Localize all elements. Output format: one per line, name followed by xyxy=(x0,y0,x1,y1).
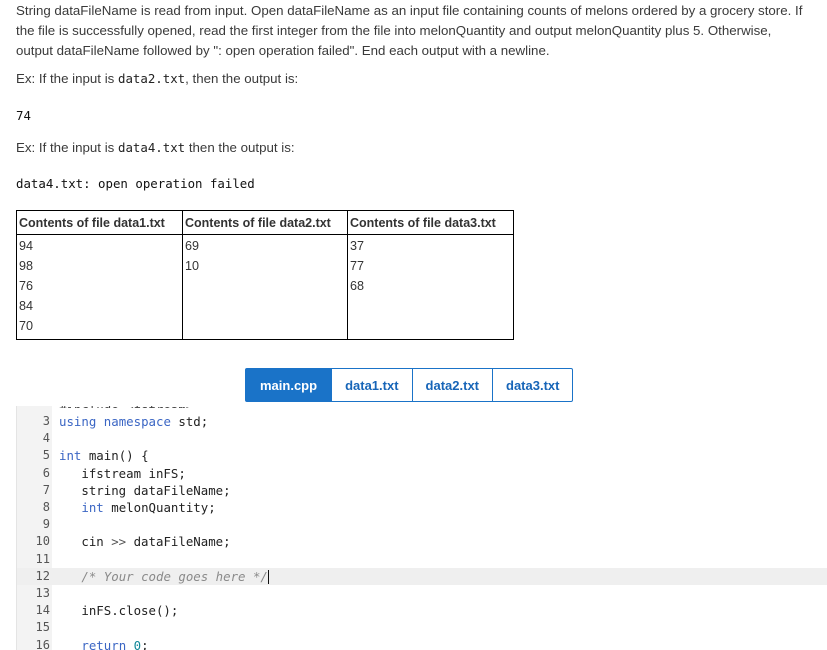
line-number: 11 xyxy=(35,551,50,566)
example-1-prefix: Ex: If the input is xyxy=(16,71,118,86)
code-text: int melonQuantity; xyxy=(81,500,216,515)
example-1-input: data2.txt xyxy=(118,71,186,86)
file-data2-cell: 69 10 xyxy=(182,234,348,340)
code-text: ifstream inFS; xyxy=(59,465,186,481)
line-number: 3 xyxy=(42,414,50,428)
code-line: 4 xyxy=(17,430,827,447)
line-number: 14 xyxy=(35,603,50,618)
code-line: 9 xyxy=(17,516,827,533)
line-number: 13 xyxy=(35,586,50,600)
line-number: 6 xyxy=(42,465,50,480)
code-line: 16 return 0; xyxy=(17,637,827,650)
example-1-output: 74 xyxy=(16,108,31,123)
tab-data1-txt[interactable]: data1.txt xyxy=(331,369,411,401)
line-number: 5 xyxy=(42,448,50,463)
code-text: cin >> dataFileName; xyxy=(59,534,231,550)
code-text: using namespace std; xyxy=(59,414,209,429)
code-line: 3 using namespace std; xyxy=(17,413,827,430)
code-text: string dataFileName; xyxy=(59,482,231,498)
line-number: 10 xyxy=(35,534,50,549)
code-line: 13 xyxy=(17,585,827,602)
code-text: return 0; xyxy=(81,637,149,650)
code-line: 10 cin >> dataFileName; xyxy=(17,533,827,550)
tab-data3-txt[interactable]: data3.txt xyxy=(492,369,572,401)
problem-statement: String dataFileName is read from input. … xyxy=(16,3,803,58)
file-table-header-row: Contents of file data1.txt Contents of f… xyxy=(16,210,514,235)
file-value: 98 xyxy=(19,259,34,273)
code-text: /* Your code goes here */ xyxy=(81,568,269,585)
file-table-row: 94 98 76 84 70 69 10 37 77 68 xyxy=(16,234,514,340)
file-contents-table: Contents of file data1.txt Contents of f… xyxy=(16,210,514,340)
code-text: inFS.close(); xyxy=(59,603,179,619)
file-table-header: Contents of file data1.txt xyxy=(16,210,183,235)
code-line: 15 xyxy=(17,619,827,636)
example-2-prefix: Ex: If the input is xyxy=(16,140,118,155)
line-number: 4 xyxy=(42,431,50,446)
example-2-input: data4.txt xyxy=(118,140,186,155)
example-2-output: data4.txt: open operation failed xyxy=(16,176,255,191)
text-cursor xyxy=(267,570,269,585)
code-line: 14 inFS.close(); xyxy=(17,602,827,619)
file-table-header: Contents of file data3.txt xyxy=(347,210,514,235)
line-number: 8 xyxy=(42,500,50,514)
example-1-suffix: , then the output is: xyxy=(185,71,299,86)
tab-data2-txt[interactable]: data2.txt xyxy=(411,369,492,401)
code-line: 6 ifstream inFS; xyxy=(17,465,827,482)
line-number: 15 xyxy=(35,620,50,635)
line-number: 7 xyxy=(42,482,50,497)
line-number: 16 xyxy=(35,637,50,650)
file-value: 69 xyxy=(185,239,200,253)
code-text: int main() { xyxy=(59,448,149,464)
code-line: 11 xyxy=(17,551,827,568)
tab-main-cpp[interactable]: main.cpp xyxy=(246,369,332,401)
example-2-prompt: Ex: If the input is data4.txt then the o… xyxy=(16,140,295,155)
file-value: 37 xyxy=(350,239,365,253)
file-value: 94 xyxy=(19,239,34,253)
example-2-suffix: then the output is: xyxy=(185,140,295,155)
file-value: 84 xyxy=(19,299,34,313)
file-data3-cell: 37 77 68 xyxy=(347,234,514,340)
code-line: 5 int main() { xyxy=(17,447,827,464)
file-value: 68 xyxy=(350,279,365,293)
line-number: 12 xyxy=(35,568,50,583)
example-1-prompt: Ex: If the input is data2.txt, then the … xyxy=(16,71,298,86)
code-line: 7 string dataFileName; xyxy=(17,482,827,499)
file-value: 70 xyxy=(19,319,34,333)
file-data1-cell: 94 98 76 84 70 xyxy=(16,234,183,340)
file-table-header: Contents of file data2.txt xyxy=(182,210,348,235)
code-editor[interactable]: #include <fstream> 3 using namespace std… xyxy=(16,406,827,650)
code-line-active[interactable]: 12 /* Your code goes here */ xyxy=(17,567,827,585)
line-number: 9 xyxy=(42,517,50,532)
file-value: 77 xyxy=(350,259,365,273)
file-value: 10 xyxy=(185,259,200,273)
file-value: 76 xyxy=(19,279,34,293)
file-tabs: main.cpp data1.txt data2.txt data3.txt xyxy=(245,368,574,402)
code-line: 8 int melonQuantity; xyxy=(17,499,827,516)
